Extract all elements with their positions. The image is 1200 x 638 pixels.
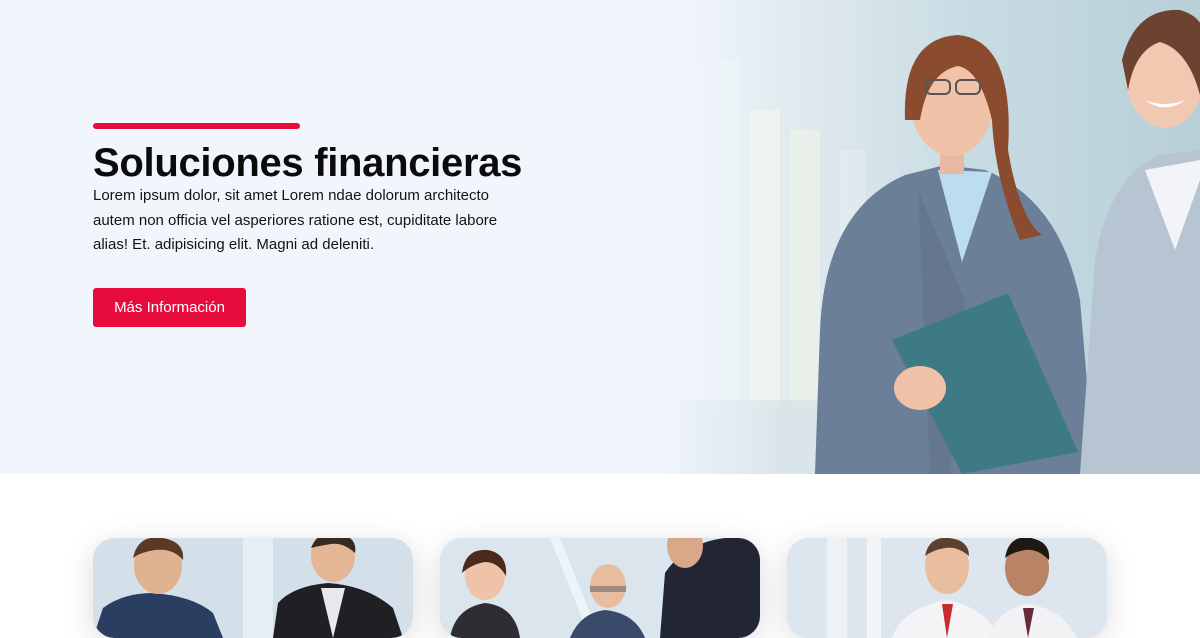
card-business-team[interactable]	[93, 538, 413, 638]
more-info-button[interactable]: Más Información	[93, 288, 246, 327]
hero-section: Soluciones financieras Lorem ipsum dolor…	[0, 0, 1200, 474]
title-accent-bar	[93, 123, 300, 129]
card-businessmen[interactable]	[787, 538, 1107, 638]
hero-description: Lorem ipsum dolor, sit amet Lorem ndae d…	[93, 187, 498, 253]
colleagues-photo	[440, 538, 760, 638]
hero-image	[640, 0, 1200, 474]
card-colleagues[interactable]	[440, 538, 760, 638]
businessmen-photo	[787, 538, 1107, 638]
cards-section	[0, 474, 1200, 638]
business-team-photo	[93, 538, 413, 638]
hero-image-fade	[640, 0, 780, 474]
hero-title: Soluciones financieras	[93, 141, 523, 185]
